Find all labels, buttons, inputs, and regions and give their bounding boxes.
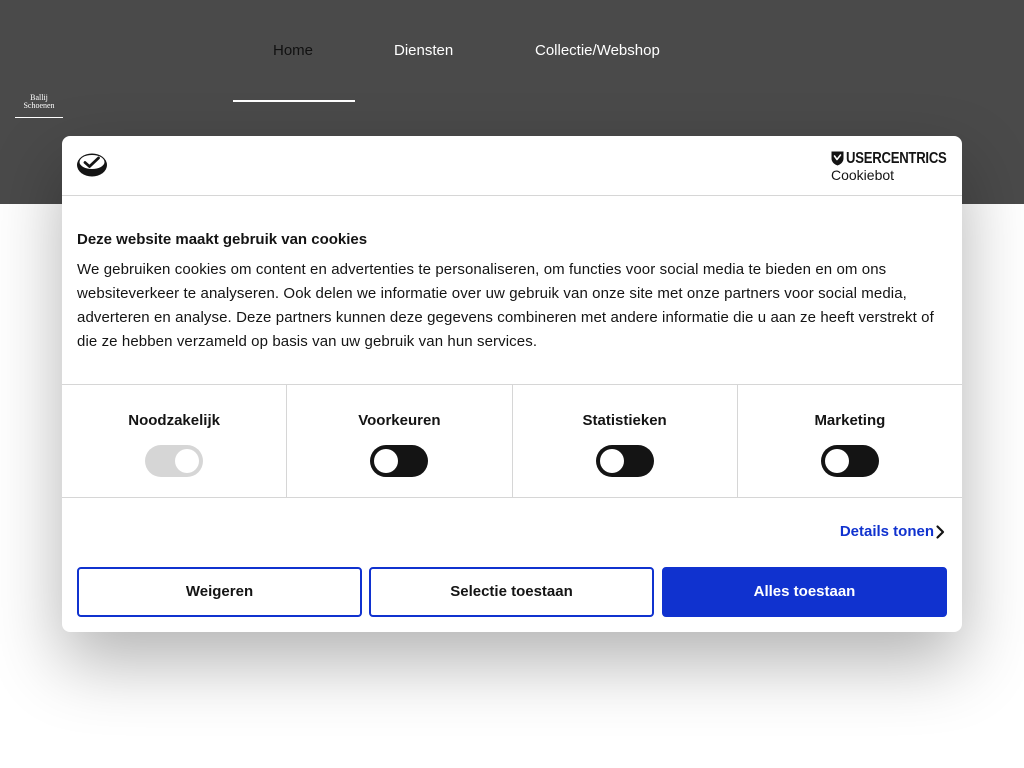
toggle-statistics[interactable] xyxy=(595,445,654,477)
consent-category-marketing: Marketing xyxy=(738,385,962,497)
details-link[interactable]: Details tonen xyxy=(840,523,934,541)
dialog-title: Deze website maakt gebruik van cookies xyxy=(77,231,368,248)
category-label: Voorkeuren xyxy=(358,412,441,429)
consent-category-necessary: Noodzakelijk xyxy=(62,385,288,497)
brand-name: USERCENTRICS xyxy=(846,150,947,167)
usercentrics-cookiebot-logo[interactable]: USERCENTRICS Cookiebot xyxy=(831,150,947,184)
toggle-necessary xyxy=(145,445,204,477)
toggle-knob xyxy=(599,449,624,473)
nav-item-home[interactable]: Home xyxy=(273,42,313,59)
category-label: Statistieken xyxy=(582,412,667,429)
toggle-marketing[interactable] xyxy=(820,445,879,477)
chevron-right-icon[interactable] xyxy=(933,524,947,540)
category-label: Marketing xyxy=(814,412,886,429)
nav-item-collectie-webshop[interactable]: Collectie/Webshop xyxy=(535,42,660,59)
nav-item-diensten[interactable]: Diensten xyxy=(394,42,453,59)
dialog-body-text: We gebruiken cookies om content en adver… xyxy=(77,261,934,350)
cookie-consent-dialog: USERCENTRICS Cookiebot Deze website maak… xyxy=(62,136,962,632)
category-label: Noodzakelijk xyxy=(128,412,220,429)
consent-category-preferences: Voorkeuren xyxy=(287,385,513,497)
decline-button[interactable]: Weigeren xyxy=(77,567,362,617)
consent-category-statistics: Statistieken xyxy=(513,385,738,497)
dialog-header: USERCENTRICS Cookiebot xyxy=(62,136,962,196)
toggle-knob xyxy=(374,449,399,473)
toggle-knob xyxy=(824,449,849,473)
allow-selection-button[interactable]: Selectie toestaan xyxy=(369,567,654,617)
brand-product: Cookiebot xyxy=(831,167,895,183)
site-logo[interactable]: Ballij Schoenen xyxy=(15,94,63,118)
consent-categories: Noodzakelijk Voorkeuren Statistieken Mar… xyxy=(62,384,962,498)
nav-active-underline xyxy=(233,100,355,102)
shield-icon xyxy=(831,151,844,166)
allow-all-button[interactable]: Alles toestaan xyxy=(662,567,947,617)
logo-line-2: Schoenen xyxy=(23,101,55,110)
toggle-knob xyxy=(175,449,200,473)
cookie-icon xyxy=(77,153,107,177)
toggle-preferences[interactable] xyxy=(370,445,429,477)
logo-rule xyxy=(15,117,63,118)
